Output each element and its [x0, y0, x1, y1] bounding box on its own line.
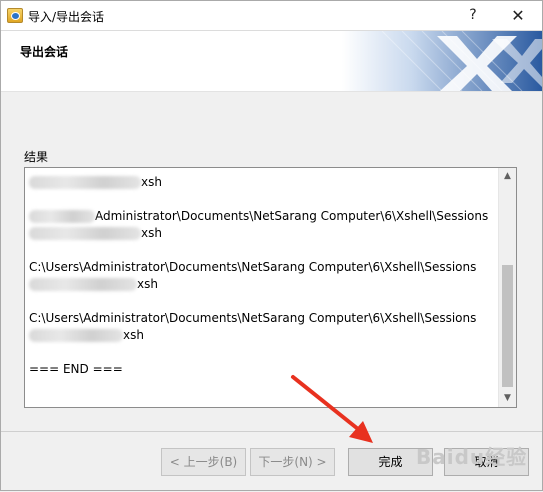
result-line: C:\Users\Administrator\Documents\NetSara…	[29, 259, 497, 276]
file-extension-text: xsh	[141, 175, 162, 189]
file-extension-text: xsh	[123, 328, 144, 342]
next-button[interactable]: 下一步(N) >	[250, 448, 335, 476]
page-title: 导出会话	[20, 45, 69, 59]
window-title: 导入/导出会话	[28, 10, 105, 24]
result-line: C:\Users\Administrator\Documents\NetSara…	[29, 310, 497, 327]
footer-divider	[1, 431, 542, 432]
wizard-header: 导出会话	[1, 31, 542, 92]
result-line: xsh	[29, 276, 497, 293]
previous-button[interactable]: < 上一步(B)	[161, 448, 246, 476]
result-line: Administrator\Documents\NetSarang Comput…	[29, 208, 497, 225]
file-extension-text: xsh	[141, 226, 162, 240]
title-bar: 导入/导出会话 ? ✕	[1, 1, 542, 31]
file-extension-text: xsh	[137, 277, 158, 291]
path-prefix-text: C:\Users\	[29, 260, 84, 274]
export-session-dialog: 导入/导出会话 ? ✕ 导出会话 结果 xsh Administrator\Do…	[0, 0, 543, 491]
redacted-text	[29, 210, 95, 223]
redacted-text	[29, 176, 141, 189]
result-line: xsh	[29, 327, 497, 344]
xshell-app-icon	[7, 8, 23, 23]
result-label: 结果	[24, 150, 49, 164]
help-button[interactable]: ?	[450, 2, 496, 29]
session-path-text: Administrator\Documents\NetSarang Comput…	[95, 209, 489, 223]
netsarang-banner-graphic	[342, 31, 542, 91]
close-button[interactable]: ✕	[495, 2, 541, 29]
scroll-thumb[interactable]	[502, 265, 513, 387]
result-line: xsh	[29, 225, 497, 242]
redacted-text	[29, 278, 137, 291]
scroll-up-arrow-icon[interactable]: ▲	[499, 168, 516, 185]
result-output-box[interactable]: xsh Administrator\Documents\NetSarang Co…	[24, 167, 517, 408]
result-line: xsh	[29, 174, 497, 191]
vertical-scrollbar[interactable]: ▲ ▼	[498, 168, 516, 407]
session-path-text: Administrator\Documents\NetSarang Comput…	[83, 260, 477, 274]
path-prefix-text: C:\Users\	[29, 311, 84, 325]
watermark-text: Baidu经验	[416, 445, 528, 469]
redacted-text	[29, 227, 141, 240]
result-lines: xsh Administrator\Documents\NetSarang Co…	[29, 174, 497, 378]
scroll-down-arrow-icon[interactable]: ▼	[499, 390, 516, 407]
end-marker-line: === END ===	[29, 362, 123, 376]
redacted-text	[29, 329, 123, 342]
session-path-text: Administrator\Documents\NetSarang Comput…	[83, 311, 477, 325]
